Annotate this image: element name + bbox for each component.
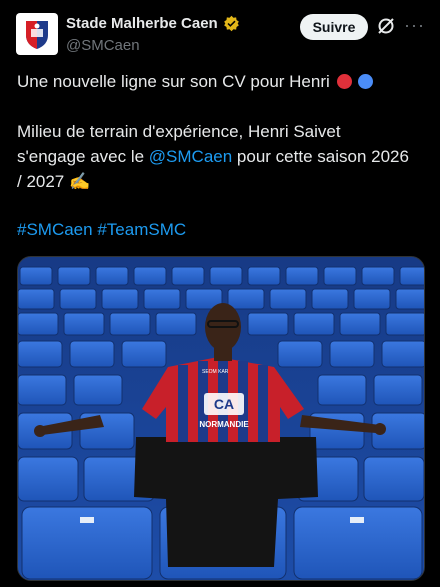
more-icon[interactable]: ··· — [404, 16, 424, 36]
display-name[interactable]: Stade Malherbe Caen — [66, 15, 218, 32]
tweet-text-line1: Une nouvelle ligne sur son CV pour Henri — [17, 72, 330, 91]
tweet-header: Stade Malherbe Caen @SMCaen Suivre ··· — [0, 0, 440, 62]
jersey-chest-text: SEOM KAR — [202, 369, 229, 375]
tweet-para-2c: / 2027 ✍️ — [17, 172, 91, 191]
tweet-para-2a: Milieu de terrain d'expérience, Henri Sa… — [17, 122, 341, 141]
tweet-text: s'engage avec le — [17, 147, 149, 166]
hashtag-link[interactable]: #SMCaen — [17, 220, 93, 239]
hashtags: #SMCaen #TeamSMC — [17, 218, 427, 242]
follow-button[interactable]: Suivre — [300, 14, 368, 40]
tweet-media-photo[interactable]: CA NORMANDIE SEOM KAR — [17, 256, 425, 581]
account-avatar[interactable] — [16, 13, 58, 55]
club-crest-icon — [26, 21, 48, 49]
name-row: Stade Malherbe Caen — [66, 15, 240, 32]
stadium-seats-photo: CA NORMANDIE SEOM KAR — [18, 257, 424, 580]
tweet-text: pour cette saison 2026 — [232, 147, 409, 166]
jersey-brand-text: NORMANDIE — [199, 420, 249, 429]
mention-link[interactable]: @SMCaen — [149, 147, 232, 166]
grok-icon[interactable] — [376, 16, 396, 36]
hashtag-link[interactable]: #TeamSMC — [97, 220, 186, 239]
jersey-sponsor-text: CA — [214, 396, 234, 412]
account-handle[interactable]: @SMCaen — [66, 37, 140, 54]
tweet-line-1: Une nouvelle ligne sur son CV pour Henri — [17, 70, 427, 94]
red-circle-icon — [336, 74, 352, 89]
blue-circle-icon — [358, 74, 374, 89]
verified-badge-icon — [223, 15, 239, 32]
tweet-para-2b: s'engage avec le @SMCaen pour cette sais… — [17, 145, 427, 169]
